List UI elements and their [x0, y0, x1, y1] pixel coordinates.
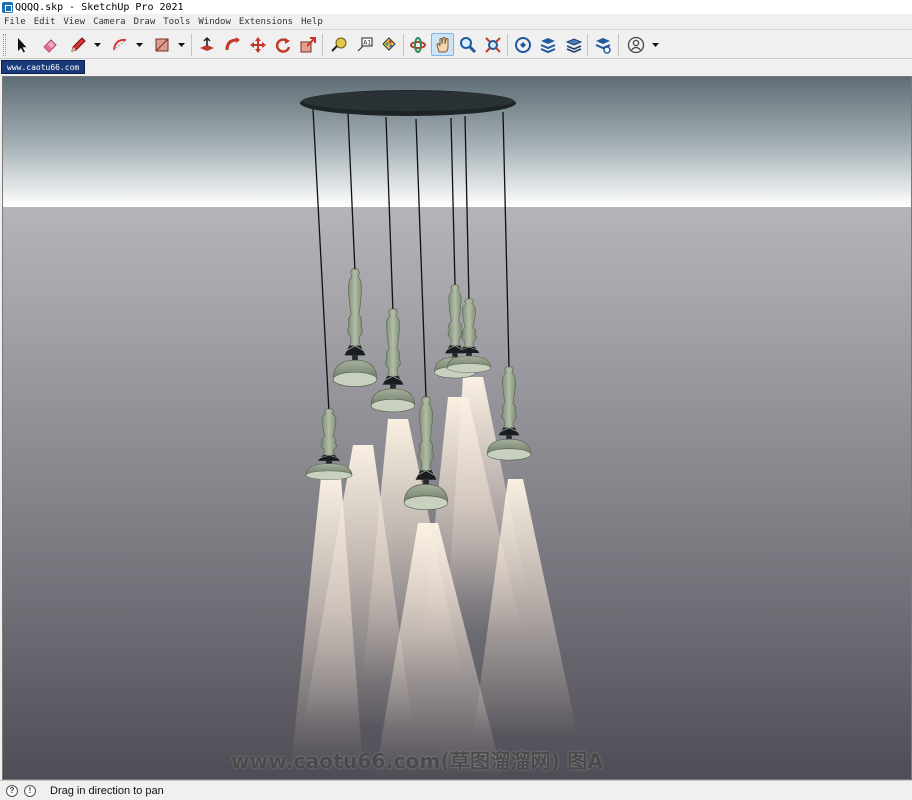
instructor-info-icon[interactable]: ! — [24, 784, 36, 797]
large-toolset-toolbar: A1 — [0, 29, 912, 59]
model-viewport[interactable]: www.caotu66.com(草图溜溜网) 图A — [2, 76, 912, 780]
magnifier-icon — [459, 36, 476, 53]
line-tool[interactable] — [66, 33, 89, 56]
orbit-tool[interactable] — [406, 33, 429, 56]
zoom-extents-tool[interactable] — [481, 33, 504, 56]
status-bar: ? ! Drag in direction to pan — [0, 780, 912, 800]
follow-me-tool[interactable] — [221, 33, 244, 56]
shape-tool-dropdown-icon[interactable] — [177, 40, 186, 49]
toolbar-separator — [618, 34, 619, 56]
line-tool-dropdown-icon[interactable] — [93, 40, 102, 49]
toolbar-separator — [191, 34, 192, 56]
status-text: Drag in direction to pan — [50, 784, 164, 797]
text-tool[interactable]: A1 — [352, 33, 375, 56]
tape-measure-icon — [330, 37, 346, 52]
menu-view[interactable]: View — [59, 17, 89, 27]
extension-warehouse-icon — [540, 37, 555, 53]
arc-icon — [112, 38, 126, 50]
menu-window[interactable]: Window — [194, 17, 235, 27]
account-button[interactable] — [624, 33, 647, 56]
menu-file[interactable]: File — [0, 17, 30, 27]
rectangle-icon — [155, 38, 168, 51]
toolbar-separator — [403, 34, 404, 56]
sketchup-window: QQQQ.skp - SketchUp Pro 2021 File Edit V… — [0, 0, 912, 800]
toolbar-separator — [507, 34, 508, 56]
arc-tool-dropdown-icon[interactable] — [135, 40, 144, 49]
scene-tab[interactable]: www.caotu66.com — [1, 60, 86, 74]
3d-warehouse-button[interactable] — [511, 33, 534, 56]
paint-bucket-tool[interactable] — [377, 33, 400, 56]
paint-bucket-icon — [381, 36, 396, 51]
arc-tool[interactable] — [108, 33, 131, 56]
account-dropdown-icon[interactable] — [651, 40, 660, 49]
move-icon — [249, 36, 266, 53]
menu-help[interactable]: Help — [297, 17, 327, 27]
extension-warehouse-button[interactable] — [536, 33, 559, 56]
rotate-icon — [275, 37, 290, 53]
scale-tool[interactable] — [296, 33, 319, 56]
warehouse-icon — [514, 36, 531, 53]
zoom-extents-icon — [484, 36, 501, 53]
user-avatar-icon — [627, 36, 644, 53]
title-bar: QQQQ.skp - SketchUp Pro 2021 — [0, 0, 912, 14]
geo-location-icon[interactable]: ? — [6, 784, 18, 797]
orbit-icon — [409, 36, 426, 53]
select-tool[interactable] — [10, 33, 33, 56]
scale-icon — [300, 36, 316, 52]
menu-draw[interactable]: Draw — [130, 17, 160, 27]
layers-stack-icon — [565, 37, 582, 53]
layout-button[interactable] — [562, 33, 585, 56]
sketchup-app-icon — [2, 1, 13, 13]
extension-manager-icon — [595, 37, 611, 54]
eraser-tool[interactable] — [38, 33, 61, 56]
push-pull-tool[interactable] — [195, 33, 218, 56]
toolbar-separator — [587, 34, 588, 56]
follow-me-icon — [225, 36, 240, 50]
tape-measure-tool[interactable] — [327, 33, 350, 56]
zoom-tool[interactable] — [456, 33, 479, 56]
menu-edit[interactable]: Edit — [30, 17, 60, 27]
menu-extensions[interactable]: Extensions — [235, 17, 297, 27]
toolbar-grip[interactable] — [3, 34, 6, 56]
scene-tab-bar: www.caotu66.com — [0, 59, 912, 75]
move-tool[interactable] — [246, 33, 269, 56]
hand-icon — [435, 36, 448, 52]
push-pull-icon — [199, 36, 214, 51]
menu-bar: File Edit View Camera Draw Tools Window … — [0, 14, 912, 29]
text-label-icon: A1 — [357, 37, 372, 51]
window-title: QQQQ.skp - SketchUp Pro 2021 — [15, 1, 184, 13]
eraser-icon — [42, 38, 57, 53]
extension-manager-button[interactable] — [591, 33, 614, 56]
toolbar-separator — [322, 34, 323, 56]
watermark-text: www.caotu66.com(草图溜溜网) 图A — [231, 749, 604, 773]
rotate-tool[interactable] — [271, 33, 294, 56]
arrow-cursor-icon — [17, 37, 26, 52]
shape-tool[interactable] — [150, 33, 173, 56]
pan-tool[interactable] — [431, 33, 454, 56]
pencil-icon — [70, 36, 86, 52]
svg-text:A1: A1 — [363, 39, 371, 46]
3d-scene[interactable] — [3, 77, 912, 780]
menu-tools[interactable]: Tools — [159, 17, 194, 27]
menu-camera[interactable]: Camera — [89, 17, 130, 27]
ceiling-canopy — [300, 90, 516, 116]
